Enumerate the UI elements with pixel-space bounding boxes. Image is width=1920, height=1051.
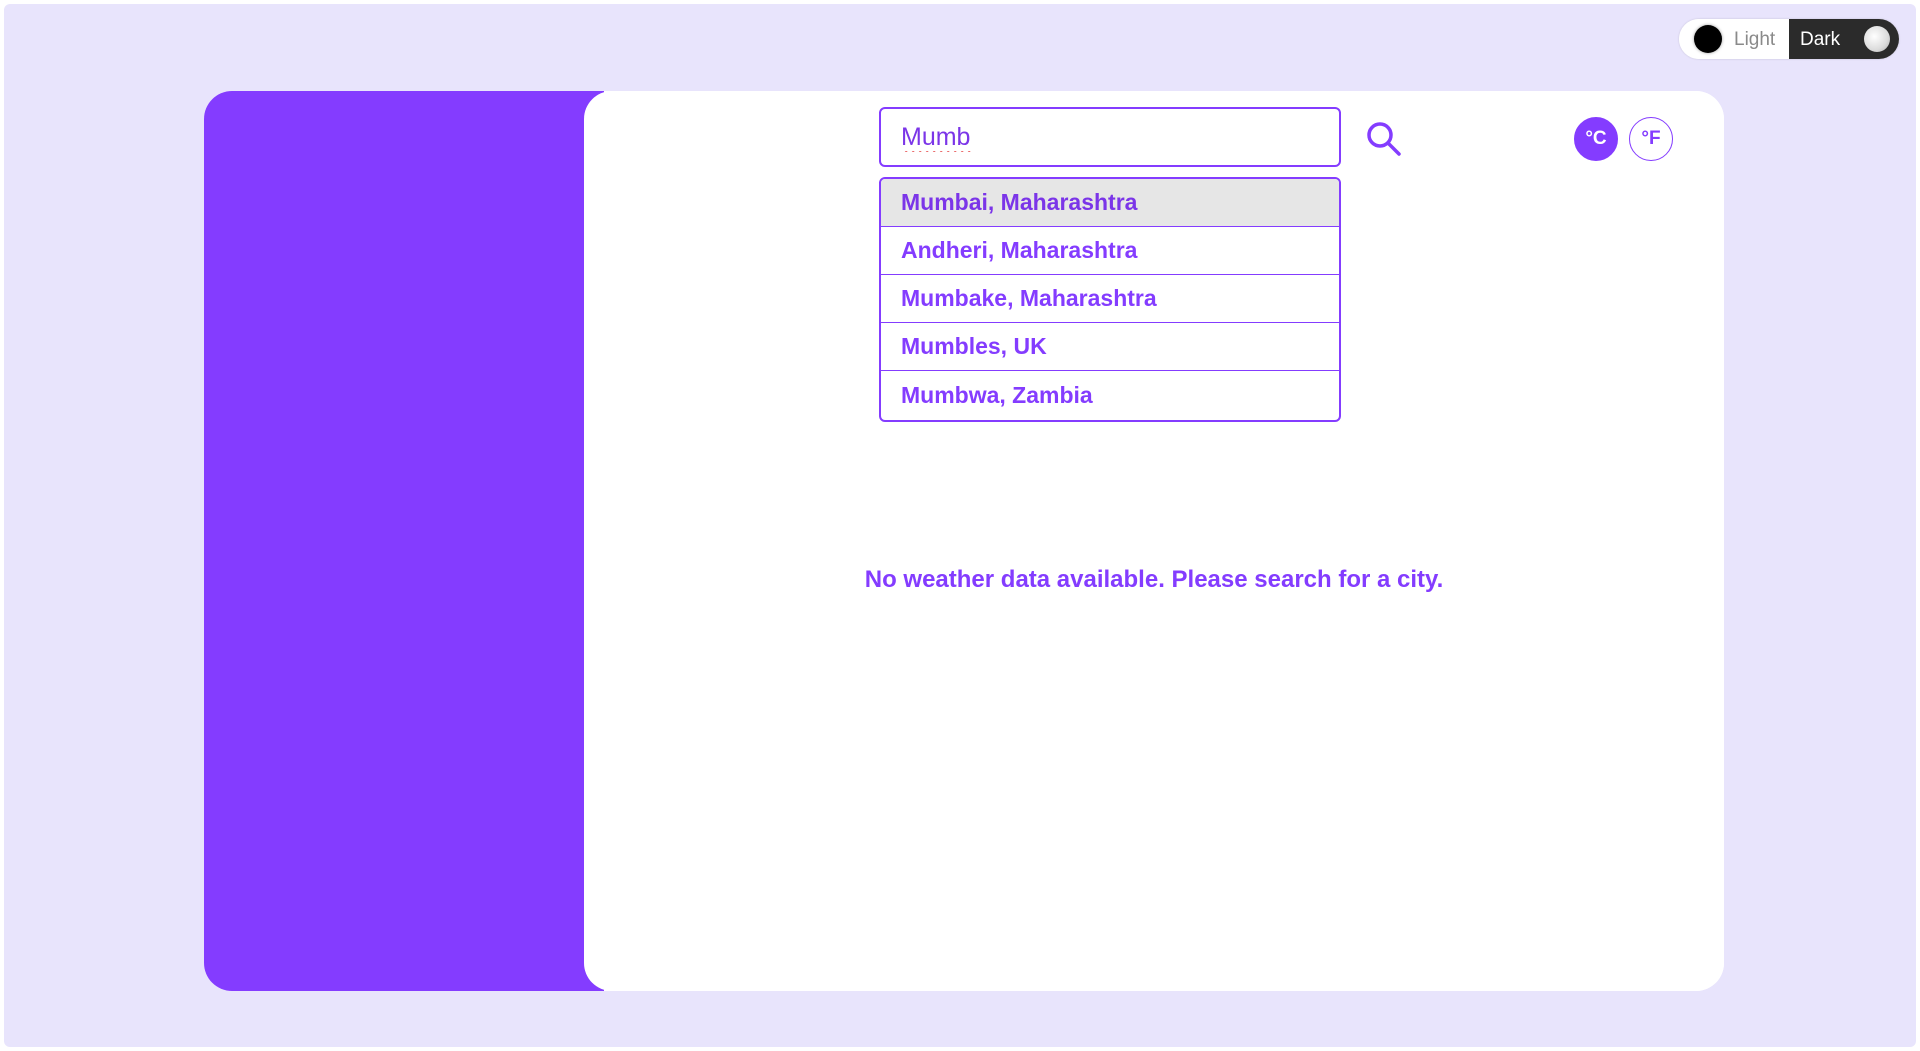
celsius-button[interactable]: °C — [1574, 117, 1618, 161]
city-search-input[interactable] — [879, 107, 1341, 167]
suggestion-item[interactable]: Mumbake, Maharashtra — [881, 275, 1339, 323]
search-button[interactable] — [1364, 119, 1404, 159]
suggestion-item[interactable]: Mumbwa, Zambia — [881, 371, 1339, 420]
weather-sidebar — [204, 91, 604, 991]
suggestion-item[interactable]: Mumbai, Maharashtra — [881, 179, 1339, 227]
search-icon — [1367, 122, 1401, 156]
theme-light-label: Light — [1734, 29, 1776, 50]
weather-card: Mumbai, Maharashtra Andheri, Maharashtra… — [204, 91, 1724, 991]
theme-dark-option[interactable]: Dark — [1789, 19, 1899, 59]
light-toggle-knob — [1694, 25, 1722, 53]
theme-dark-label: Dark — [1800, 29, 1841, 50]
theme-toggle[interactable]: Light Dark — [1679, 19, 1899, 59]
weather-main-panel: Mumbai, Maharashtra Andheri, Maharashtra… — [584, 91, 1724, 991]
suggestion-item[interactable]: Mumbles, UK — [881, 323, 1339, 371]
no-data-message: No weather data available. Please search… — [864, 566, 1444, 593]
city-suggestions-dropdown: Mumbai, Maharashtra Andheri, Maharashtra… — [879, 177, 1341, 422]
moon-icon — [1864, 26, 1890, 52]
theme-light-option[interactable]: Light — [1679, 19, 1789, 59]
fahrenheit-button[interactable]: °F — [1629, 117, 1673, 161]
suggestion-item[interactable]: Andheri, Maharashtra — [881, 227, 1339, 275]
page-background: Light Dark Mumbai, Maharashtra Andheri, … — [4, 4, 1916, 1047]
